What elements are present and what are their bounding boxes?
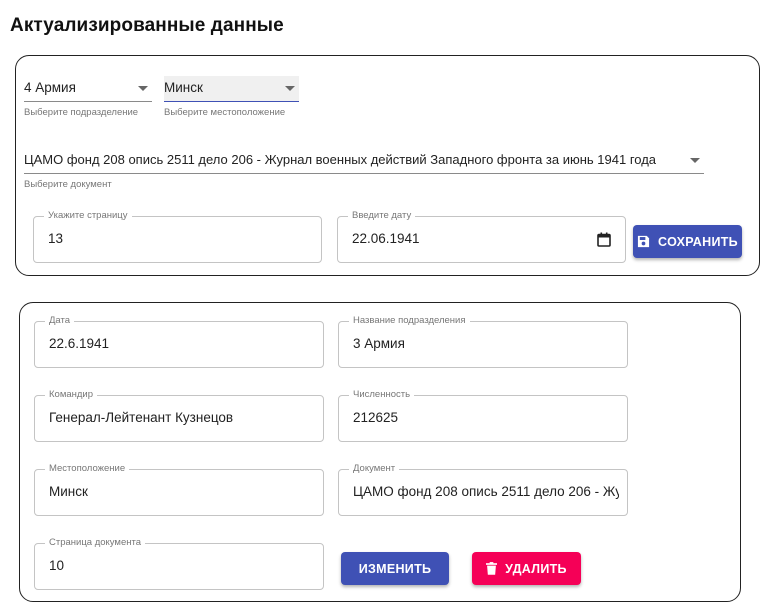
calendar-icon[interactable] <box>597 232 611 252</box>
record-location-label: Местоположение <box>45 463 130 474</box>
record-unit-name-label: Название подразделения <box>349 315 470 326</box>
date-label: Введите дату <box>348 210 416 221</box>
location-select-value: Минск <box>164 80 203 95</box>
page-title: Актуализированные данные <box>10 15 284 36</box>
edit-button-label: ИЗМЕНИТЬ <box>358 561 432 576</box>
document-select-value: ЦАМО фонд 208 опись 2511 дело 206 - Журн… <box>24 152 657 167</box>
record-date-label: Дата <box>45 315 75 326</box>
record-commander-value: Генерал-Лейтенант Кузнецов <box>49 410 234 425</box>
edit-button[interactable]: ИЗМЕНИТЬ <box>341 552 449 585</box>
save-button-label: СОХРАНИТЬ <box>658 234 738 249</box>
filter-card: 4 Армия Выберите подразделение Минск Выб… <box>15 55 760 276</box>
record-document-value: ЦАМО фонд 208 опись 2511 дело 206 - Журн… <box>353 484 619 499</box>
record-commander-field[interactable]: Командир Генерал-Лейтенант Кузнецов <box>34 389 324 442</box>
delete-button[interactable]: УДАЛИТЬ <box>472 552 581 585</box>
page-number-field[interactable]: Укажите страницу 13 <box>33 210 322 263</box>
location-select-helper: Выберите местоположение <box>164 107 286 118</box>
page-number-label: Укажите страницу <box>44 210 132 221</box>
unit-select-box[interactable]: 4 Армия <box>24 76 152 102</box>
unit-select-value: 4 Армия <box>24 80 76 95</box>
chevron-down-icon <box>138 86 148 91</box>
chevron-down-icon <box>690 158 700 163</box>
record-unit-name-value: 3 Армия <box>353 336 405 351</box>
chevron-down-icon <box>285 86 295 91</box>
record-card: Дата 22.6.1941 Название подразделения 3 … <box>19 302 741 602</box>
record-date-field[interactable]: Дата 22.6.1941 <box>34 315 324 368</box>
record-strength-value: 212625 <box>353 410 399 425</box>
record-date-value: 22.6.1941 <box>49 336 110 351</box>
save-icon <box>637 235 650 248</box>
document-select-box[interactable]: ЦАМО фонд 208 опись 2511 дело 206 - Журн… <box>24 148 704 174</box>
date-value: 22.06.1941 <box>352 231 420 246</box>
location-select-box[interactable]: Минск <box>164 76 299 102</box>
record-doc-page-label: Страница документа <box>45 537 146 548</box>
record-location-value: Минск <box>49 484 88 499</box>
date-field[interactable]: Введите дату 22.06.1941 <box>337 210 626 263</box>
record-doc-page-value: 10 <box>49 558 65 573</box>
delete-button-label: УДАЛИТЬ <box>505 561 567 576</box>
record-location-field[interactable]: Местоположение Минск <box>34 463 324 516</box>
record-commander-label: Командир <box>45 389 98 400</box>
trash-icon <box>486 562 498 575</box>
record-document-field[interactable]: Документ ЦАМО фонд 208 опись 2511 дело 2… <box>338 463 628 516</box>
record-strength-field[interactable]: Численность 212625 <box>338 389 628 442</box>
unit-select-helper: Выберите подразделение <box>24 107 139 118</box>
save-button[interactable]: СОХРАНИТЬ <box>633 225 742 258</box>
record-doc-page-field[interactable]: Страница документа 10 <box>34 537 324 590</box>
record-document-label: Документ <box>349 463 400 474</box>
record-strength-label: Численность <box>349 389 415 400</box>
document-select-helper: Выберите документ <box>24 179 112 190</box>
record-unit-name-field[interactable]: Название подразделения 3 Армия <box>338 315 628 368</box>
page-number-value: 13 <box>48 231 64 246</box>
